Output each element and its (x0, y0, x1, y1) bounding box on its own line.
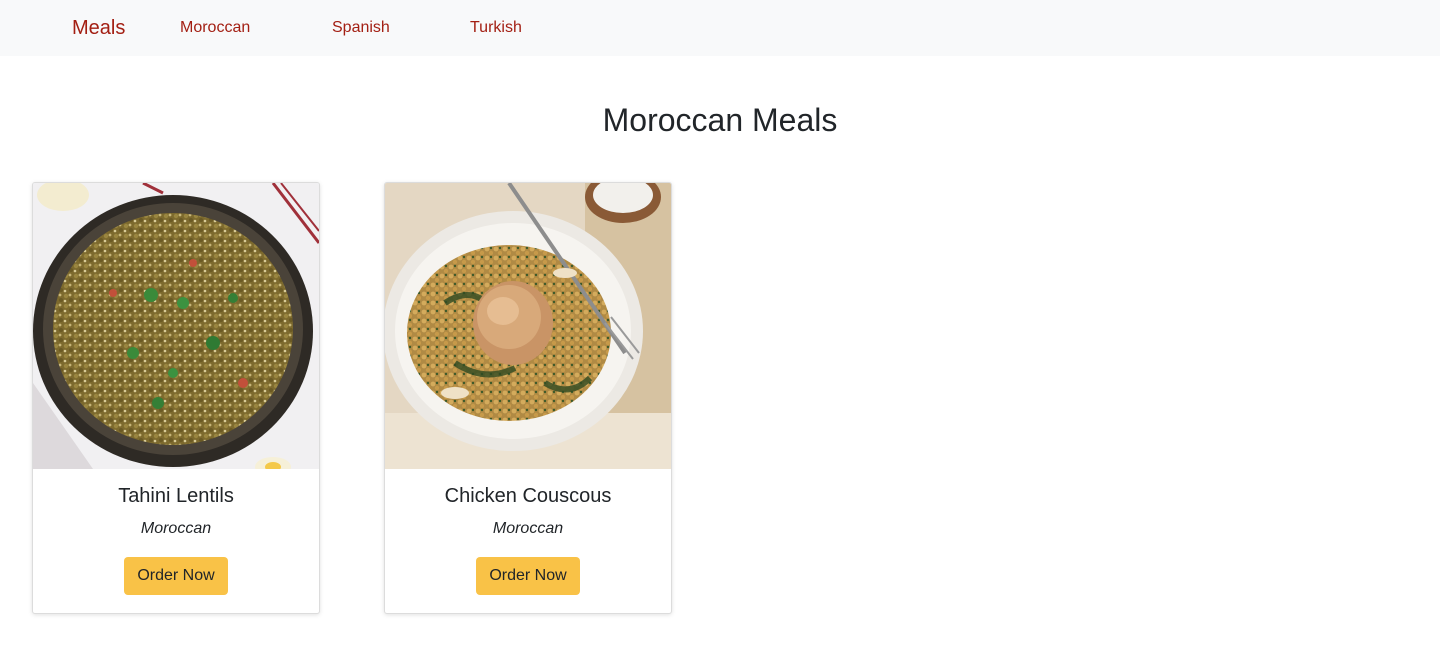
navbar: Meals Moroccan Spanish Turkish (0, 0, 1440, 56)
meal-card: Tahini Lentils Moroccan Order Now (32, 182, 320, 614)
nav-item-spanish[interactable]: Spanish (332, 0, 390, 56)
page-title: Moroccan Meals (602, 102, 838, 138)
meal-name: Chicken Couscous (444, 485, 612, 507)
order-now-button[interactable]: Order Now (476, 557, 580, 595)
meal-image (33, 183, 319, 469)
meal-category: Moroccan (492, 520, 564, 537)
nav-item-moroccan[interactable]: Moroccan (180, 0, 250, 56)
nav-brand[interactable]: Meals (72, 0, 125, 56)
meal-image (385, 183, 671, 469)
meal-card: Chicken Couscous Moroccan Order Now (384, 182, 672, 614)
order-now-button[interactable]: Order Now (124, 557, 228, 595)
lentil-dish-photo (33, 183, 319, 469)
nav-item-turkish[interactable]: Turkish (470, 0, 522, 56)
meal-category: Moroccan (140, 520, 212, 537)
chicken-couscous-photo (385, 183, 671, 469)
meal-name: Tahini Lentils (118, 485, 234, 507)
